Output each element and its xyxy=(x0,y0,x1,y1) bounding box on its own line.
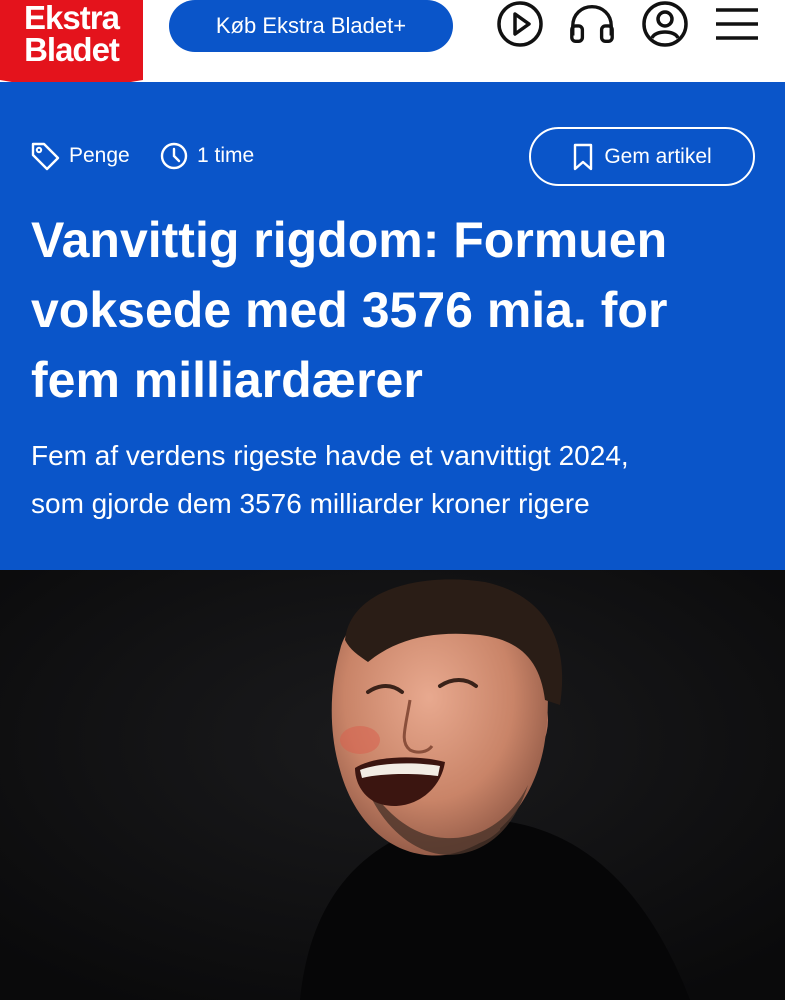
menu-icon[interactable] xyxy=(712,0,762,48)
headline-line-3: fem milliardærer xyxy=(31,352,423,408)
laughing-man-photo xyxy=(0,570,785,1000)
save-article-label: Gem artikel xyxy=(604,144,712,168)
summary-line-1: Fem af verdens rigeste havde et vanvitti… xyxy=(31,440,629,471)
category-link[interactable]: Penge xyxy=(29,140,130,172)
article-summary: Fem af verdens rigeste havde et vanvitti… xyxy=(31,432,761,528)
save-article-button[interactable]: Gem artikel xyxy=(529,127,755,186)
category-label: Penge xyxy=(69,144,130,167)
headline-line-1: Vanvittig rigdom: Formuen xyxy=(31,212,668,268)
play-icon[interactable] xyxy=(495,0,545,48)
logo-line-2: Bladet xyxy=(24,31,120,68)
clock-icon xyxy=(160,142,188,170)
bookmark-icon xyxy=(574,143,593,170)
summary-line-2: som gjorde dem 3576 milliarder kroner ri… xyxy=(31,488,590,519)
time-label: 1 time xyxy=(197,144,255,167)
buy-subscription-button[interactable]: Køb Ekstra Bladet+ xyxy=(169,0,453,52)
article-headline: Vanvittig rigdom: Formuen voksede med 35… xyxy=(31,205,761,415)
headphones-icon[interactable] xyxy=(567,0,617,48)
top-navigation-bar: Ekstra Bladet Køb Ekstra Bladet+ xyxy=(0,0,785,92)
logo-line-1: Ekstra xyxy=(24,0,120,36)
ekstra-bladet-logo[interactable]: Ekstra Bladet xyxy=(0,0,143,92)
tag-icon xyxy=(31,142,60,171)
article-photo[interactable] xyxy=(0,570,785,1000)
headline-line-2: voksede med 3576 mia. for xyxy=(31,282,668,338)
publish-time: 1 time xyxy=(159,140,254,172)
user-icon[interactable] xyxy=(640,0,690,48)
